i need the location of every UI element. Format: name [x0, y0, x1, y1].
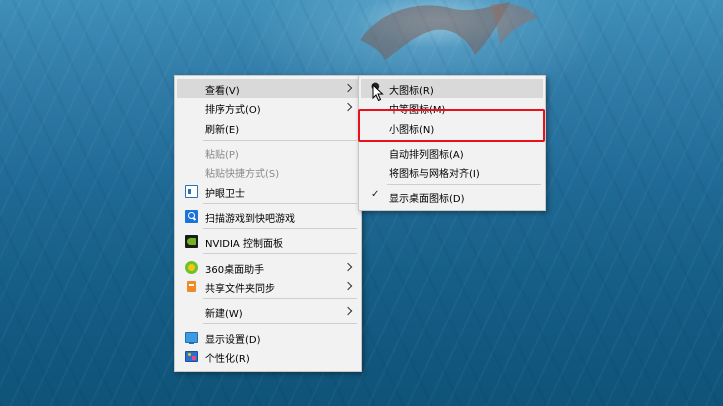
360-icon — [185, 261, 198, 274]
eye-guard-icon — [185, 185, 198, 198]
menu-item-personalize[interactable]: 个性化(R) — [177, 347, 359, 366]
submenu-item-show-desktop-icons[interactable]: ✓ 显示桌面图标(D) — [361, 187, 543, 206]
display-icon — [185, 332, 198, 344]
menu-item-label: NVIDIA 控制面板 — [205, 239, 283, 250]
menu-item-label: 新建(W) — [205, 309, 243, 320]
menu-item-label: 显示设置(D) — [205, 335, 261, 346]
chevron-right-icon — [343, 262, 353, 272]
menu-item-label: 排序方式(O) — [205, 105, 261, 116]
context-menu: 查看(V) 排序方式(O) 刷新(E) 粘贴(P) 粘贴快捷方式(S) 护眼卫士… — [174, 75, 362, 372]
menu-item-view[interactable]: 查看(V) — [177, 79, 359, 98]
chevron-right-icon — [343, 83, 353, 93]
menu-separator — [203, 323, 357, 324]
menu-item-label: 显示桌面图标(D) — [389, 194, 465, 205]
menu-separator — [203, 228, 357, 229]
menu-item-paste-shortcut[interactable]: 粘贴快捷方式(S) — [177, 162, 359, 181]
menu-separator — [203, 298, 357, 299]
menu-item-eye-guard[interactable]: 护眼卫士 — [177, 182, 359, 201]
menu-item-label: 360桌面助手 — [205, 265, 265, 276]
menu-item-nvidia[interactable]: NVIDIA 控制面板 — [177, 232, 359, 251]
menu-separator — [203, 253, 357, 254]
submenu-item-large-icons[interactable]: ● 大图标(R) — [361, 79, 543, 98]
nvidia-icon — [185, 235, 198, 248]
menu-separator — [203, 203, 357, 204]
chevron-right-icon — [343, 306, 353, 316]
menu-item-refresh[interactable]: 刷新(E) — [177, 118, 359, 137]
menu-item-360[interactable]: 360桌面助手 — [177, 258, 359, 277]
menu-item-label: 查看(V) — [205, 86, 240, 97]
share-sync-icon — [185, 280, 198, 293]
submenu-item-align-grid[interactable]: 将图标与网格对齐(I) — [361, 162, 543, 181]
menu-item-scan-games[interactable]: 扫描游戏到快吧游戏 — [177, 207, 359, 226]
menu-separator — [203, 140, 357, 141]
wallpaper-creature — [360, 2, 538, 60]
menu-item-label: 个性化(R) — [205, 354, 250, 365]
menu-item-label: 粘贴快捷方式(S) — [205, 169, 280, 180]
menu-item-label: 大图标(R) — [389, 86, 434, 97]
menu-item-paste[interactable]: 粘贴(P) — [177, 143, 359, 162]
chevron-right-icon — [343, 102, 353, 112]
menu-item-sort[interactable]: 排序方式(O) — [177, 98, 359, 117]
checkmark-icon: ✓ — [371, 189, 380, 200]
annotation-highlight-box — [358, 109, 545, 142]
menu-item-display-settings[interactable]: 显示设置(D) — [177, 328, 359, 347]
scan-icon — [185, 210, 198, 223]
submenu-item-auto-arrange[interactable]: 自动排列图标(A) — [361, 143, 543, 162]
menu-item-share-sync[interactable]: 共享文件夹同步 — [177, 277, 359, 296]
menu-item-label: 粘贴(P) — [205, 150, 239, 161]
menu-item-label: 刷新(E) — [205, 125, 240, 136]
menu-item-label: 将图标与网格对齐(I) — [389, 169, 480, 180]
menu-separator — [387, 184, 541, 185]
menu-item-label: 共享文件夹同步 — [205, 284, 275, 295]
mouse-cursor-icon — [372, 84, 384, 102]
view-submenu: ● 大图标(R) 中等图标(M) 小图标(N) 自动排列图标(A) 将图标与网格… — [358, 75, 546, 211]
menu-item-label: 护眼卫士 — [205, 189, 245, 200]
menu-item-new[interactable]: 新建(W) — [177, 302, 359, 321]
menu-item-label: 自动排列图标(A) — [389, 150, 464, 161]
personalize-icon — [185, 351, 198, 362]
chevron-right-icon — [343, 281, 353, 291]
menu-item-label: 扫描游戏到快吧游戏 — [205, 214, 295, 225]
